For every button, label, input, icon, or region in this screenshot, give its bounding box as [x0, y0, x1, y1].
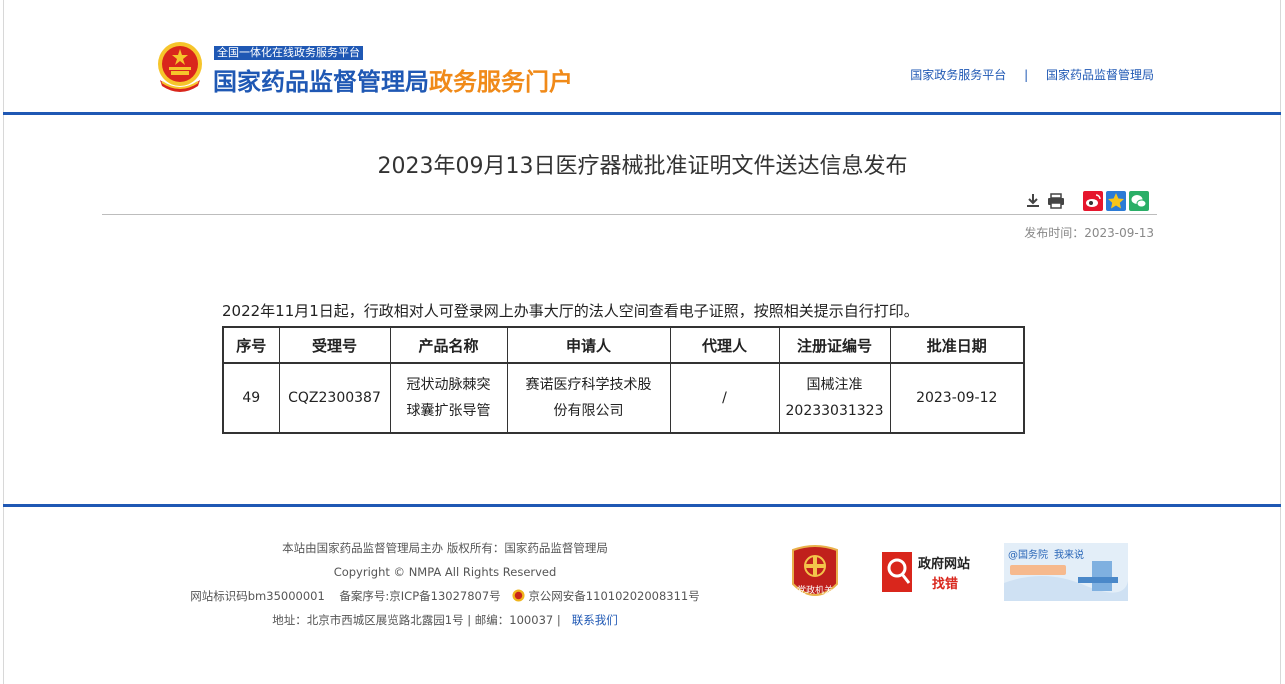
site-title-main: 国家药品监督管理局: [213, 68, 429, 96]
footer-registration: 网站标识码bm35000001 备案序号:京ICP备13027807号 京公网安…: [0, 584, 760, 608]
site-footer: 本站由国家药品监督管理局主办 版权所有：国家药品监督管理局 Copyright …: [0, 536, 760, 632]
publish-time: 发布时间：2023-09-13: [1024, 224, 1154, 241]
platform-tag[interactable]: 全国一体化在线政务服务平台: [214, 46, 363, 60]
col-header-approval-date: 批准日期: [889, 326, 1025, 364]
cell-agent: /: [669, 362, 780, 434]
footer-contact-link[interactable]: 联系我们: [572, 613, 618, 627]
footer-sponsor: 本站由国家药品监督管理局主办 版权所有：国家药品监督管理局: [282, 541, 608, 555]
article-tools: [1023, 190, 1152, 212]
weibo-share-icon[interactable]: [1083, 191, 1103, 211]
cell-reg-line1: 国械注准: [806, 377, 863, 393]
link-separator: |: [1024, 68, 1029, 82]
cell-product: 冠状动脉棘突 球囊扩张导管: [389, 362, 508, 434]
cell-reg-line2: 20233031323: [785, 403, 884, 419]
link-nmpa[interactable]: 国家药品监督管理局: [1046, 68, 1154, 82]
print-icon[interactable]: [1046, 191, 1066, 211]
cell-product-line1: 冠状动脉棘突: [406, 377, 491, 393]
top-links: 国家政务服务平台 | 国家药品监督管理局: [910, 66, 1154, 83]
party-government-badge[interactable]: 党政机关: [789, 544, 841, 604]
col-header-seq: 序号: [222, 326, 280, 364]
cell-applicant-line1: 赛诺医疗科学技术股: [525, 377, 652, 393]
table-row: 49 CQZ2300387 冠状动脉棘突 球囊扩张导管 赛诺医疗科学技术股 份有…: [222, 362, 1025, 434]
cell-applicant: 赛诺医疗科学技术股 份有限公司: [506, 362, 671, 434]
col-header-reg-no: 注册证编号: [778, 326, 891, 364]
qzone-share-icon[interactable]: [1106, 191, 1126, 211]
gov-badge-line1: 政府网站: [918, 556, 970, 572]
article-notice: 2022年11月1日起，行政相对人可登录网上办事大厅的法人空间查看电子证照，按照…: [222, 302, 919, 320]
footer-police[interactable]: 京公网安备11010202008311号: [528, 589, 699, 603]
cell-seq: 49: [222, 362, 280, 434]
article-title: 2023年09月13日医疗器械批准证明文件送达信息发布: [377, 154, 908, 179]
site-title-accent: 政务服务门户: [429, 68, 573, 96]
wechat-share-icon[interactable]: [1129, 191, 1149, 211]
cell-approval-date: 2023-09-12: [889, 362, 1025, 434]
national-emblem-icon: [158, 42, 202, 92]
footer-icp[interactable]: 备案序号:京ICP备13027807号: [339, 589, 500, 603]
site-title[interactable]: 国家药品监督管理局政务服务门户: [213, 62, 573, 97]
gov-website-error-badge[interactable]: 政府网站 找错: [880, 548, 980, 598]
party-badge-label: 党政机关: [797, 584, 833, 596]
title-divider: [102, 214, 1157, 215]
state-council-feedback-badge[interactable]: @国务院 我来说: [1004, 543, 1128, 601]
cell-reg-no: 国械注准 20233031323: [778, 362, 891, 434]
footer-site-code: 网站标识码bm35000001: [190, 589, 325, 603]
publish-date: 2023-09-13: [1084, 226, 1154, 240]
download-icon[interactable]: [1023, 191, 1043, 211]
link-national-service-platform[interactable]: 国家政务服务平台: [910, 68, 1006, 82]
cell-product-line2: 球囊扩张导管: [406, 403, 491, 419]
col-header-acceptance-no: 受理号: [278, 326, 391, 364]
council-badge-line1: @国务院: [1008, 548, 1048, 561]
footer-address: 地址：北京市西城区展览路北露园1号 | 邮编：100037 |: [272, 613, 561, 627]
footer-copyright: Copyright © NMPA All Rights Reserved: [333, 565, 557, 579]
footer-address-line: 地址：北京市西城区展览路北露园1号 | 邮编：100037 | 联系我们: [0, 608, 760, 632]
table-header-row: 序号 受理号 产品名称 申请人 代理人 注册证编号 批准日期: [222, 326, 1025, 364]
publish-label: 发布时间：: [1024, 226, 1085, 240]
col-header-applicant: 申请人: [506, 326, 671, 364]
police-badge-icon: [512, 589, 525, 602]
col-header-agent: 代理人: [669, 326, 780, 364]
site-header: 全国一体化在线政务服务平台 国家药品监督管理局政务服务门户 国家政务服务平台 |…: [0, 0, 1285, 115]
col-header-product: 产品名称: [389, 326, 508, 364]
cell-applicant-line2: 份有限公司: [553, 403, 624, 419]
footer-divider: [3, 504, 1281, 507]
approval-table: 序号 受理号 产品名称 申请人 代理人 注册证编号 批准日期 49 CQZ230…: [222, 326, 1025, 434]
cell-acceptance-no: CQZ2300387: [278, 362, 391, 434]
gov-badge-line2: 找错: [932, 576, 958, 592]
header-divider: [3, 112, 1281, 115]
council-badge-line2: 我来说: [1054, 548, 1084, 561]
